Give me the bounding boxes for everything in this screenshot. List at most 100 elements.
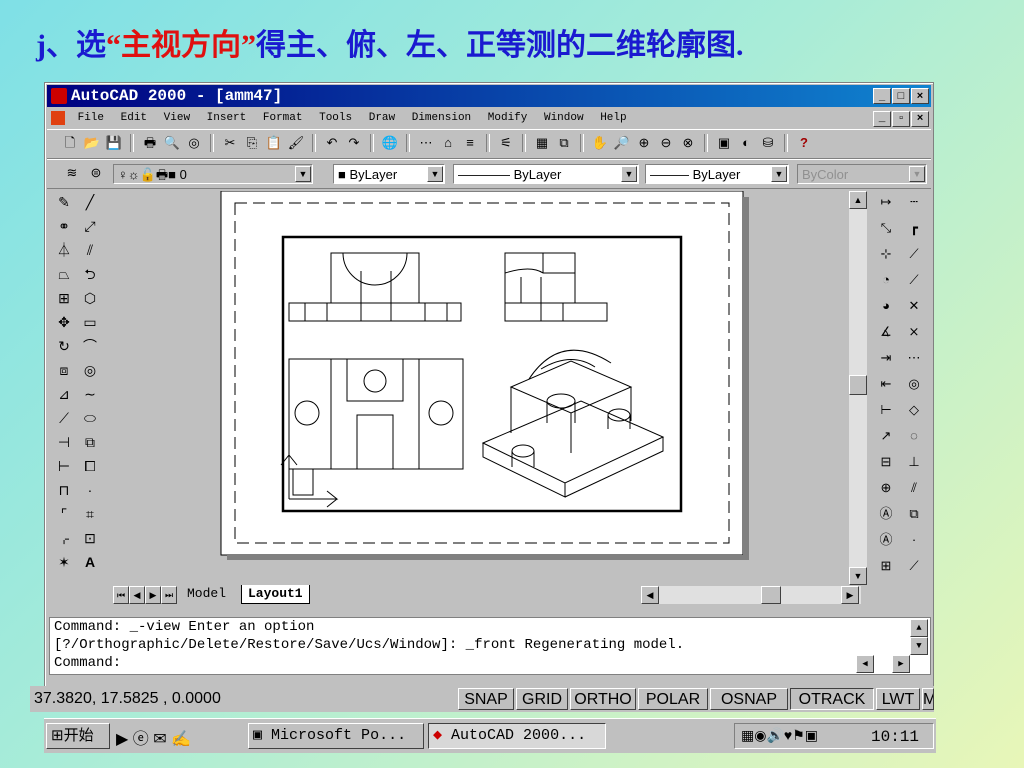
pan-icon[interactable]: ✋ <box>591 134 609 152</box>
arc-icon[interactable]: ⌒ <box>79 335 101 357</box>
dimension-edit-icon[interactable]: Ⓐ <box>875 503 897 525</box>
zoom-window-icon[interactable]: ⊕ <box>635 134 653 152</box>
polar-toggle[interactable]: POLAR <box>638 688 708 710</box>
linear-dimension-icon[interactable]: ↦ <box>875 191 897 213</box>
scroll-left-button[interactable]: ◀ <box>641 586 659 604</box>
menu-modify[interactable]: Modify <box>488 109 528 127</box>
model-toggle[interactable]: M <box>922 688 934 710</box>
fillet-icon[interactable]: ⌌ <box>53 527 75 549</box>
multiline-text-icon[interactable]: A <box>79 551 101 573</box>
chamfer-icon[interactable]: ⌜ <box>53 503 75 525</box>
line-icon[interactable]: ╱ <box>79 191 101 213</box>
prev-tab-button[interactable]: ◀ <box>129 586 145 604</box>
construction-line-icon[interactable]: ⤢ <box>79 215 101 237</box>
minimize-button[interactable]: _ <box>873 88 891 104</box>
point-icon[interactable]: · <box>79 479 101 501</box>
tray-icons[interactable]: ▦◉🔊♥⚑▣ <box>741 727 818 744</box>
rectangle-icon[interactable]: ▭ <box>79 311 101 333</box>
zoom-realtime-icon[interactable]: 🔎 <box>613 134 631 152</box>
snap-perpendicular-icon[interactable]: ◌ <box>903 425 925 447</box>
snap-extension-icon[interactable]: ┄ <box>903 191 925 213</box>
stretch-icon[interactable]: ⊿ <box>53 383 75 405</box>
task-autocad[interactable]: ◆ AutoCAD 2000... <box>428 723 606 749</box>
linetype-combo[interactable]: ———— ByLayer ▼ <box>453 164 639 184</box>
mirror-icon[interactable]: ⏃ <box>53 239 75 261</box>
paste-icon[interactable]: 📋 <box>265 134 283 152</box>
explode-icon[interactable]: ✶ <box>53 551 75 573</box>
grid-toggle[interactable]: GRID <box>516 688 568 710</box>
lengthen-icon[interactable]: ⟋ <box>53 407 75 429</box>
last-tab-button[interactable]: ⏭ <box>161 586 177 604</box>
snap-intersection-icon[interactable]: ⟋ <box>903 269 925 291</box>
tab-model[interactable]: Model <box>181 585 232 603</box>
chevron-down-icon[interactable]: ▼ <box>621 166 637 182</box>
plotstyle-combo[interactable]: ByColor ▼ <box>797 164 927 184</box>
command-prompt[interactable]: Command: <box>50 654 930 672</box>
find-icon[interactable]: ◎ <box>185 134 203 152</box>
menu-file[interactable]: File <box>78 109 104 127</box>
menu-dimension[interactable]: Dimension <box>412 109 471 127</box>
copy-object-icon[interactable]: ⚭ <box>53 215 75 237</box>
polyline-icon[interactable]: ⮌ <box>79 263 101 285</box>
print-preview-icon[interactable]: 🔍 <box>163 134 181 152</box>
circle-icon[interactable]: ◎ <box>79 359 101 381</box>
clock[interactable]: 10:11 <box>871 727 919 747</box>
scale-icon[interactable]: ⧈ <box>53 359 75 381</box>
window-titlebar[interactable]: AutoCAD 2000 - [amm47] _ □ × <box>47 85 931 107</box>
outlook-icon[interactable]: ✉ <box>153 731 166 748</box>
snap-endpoint-icon[interactable]: ┏ <box>903 217 925 239</box>
snap-extension2-icon[interactable]: ⨯ <box>903 321 925 343</box>
cmd-scroll-down[interactable]: ▼ <box>910 637 928 655</box>
make-current-layer-icon[interactable]: ⊜ <box>87 164 105 182</box>
aerial-view-icon[interactable]: ⧉ <box>555 134 573 152</box>
zoom-extents-icon[interactable]: ⊗ <box>679 134 697 152</box>
aligned-dimension-icon[interactable]: ⤡ <box>875 217 897 239</box>
ie-icon[interactable]: ⓔ <box>133 731 149 748</box>
inquiry-icon[interactable]: ≡ <box>461 134 479 152</box>
osnap-toggle[interactable]: OSNAP <box>710 688 788 710</box>
object-snap-icon[interactable]: ⋯ <box>417 134 435 152</box>
cmd-scroll-left[interactable]: ◀ <box>856 655 874 673</box>
offset-icon[interactable]: ⏢ <box>53 263 75 285</box>
dimension-update-icon[interactable]: ⊞ <box>875 555 897 577</box>
first-tab-button[interactable]: ⏮ <box>113 586 129 604</box>
hatch-icon[interactable]: ⌗ <box>79 503 101 525</box>
snap-insert-icon[interactable]: ⫽ <box>903 477 925 499</box>
tolerance-icon[interactable]: ⊟ <box>875 451 897 473</box>
next-tab-button[interactable]: ▶ <box>145 586 161 604</box>
properties-icon[interactable]: ⚟ <box>497 134 515 152</box>
menu-tools[interactable]: Tools <box>319 109 352 127</box>
scroll-down-button[interactable]: ▼ <box>849 567 867 585</box>
ellipse-icon[interactable]: ⬭ <box>79 407 101 429</box>
scroll-up-button[interactable]: ▲ <box>849 191 867 209</box>
document-icon[interactable] <box>51 111 65 125</box>
start-button[interactable]: ⊞开始 <box>46 723 110 749</box>
quick-dimension-icon[interactable]: ⇥ <box>875 347 897 369</box>
snap-tangent-icon[interactable]: ◇ <box>903 399 925 421</box>
insert-block-icon[interactable]: ⧉ <box>79 431 101 453</box>
chevron-down-icon[interactable]: ▼ <box>427 166 443 182</box>
cut-icon[interactable]: ✂ <box>221 134 239 152</box>
snap-apparent-icon[interactable]: ✕ <box>903 295 925 317</box>
snap-toggle[interactable]: SNAP <box>458 688 514 710</box>
trim-icon[interactable]: ⊣ <box>53 431 75 453</box>
erase-icon[interactable]: ✎ <box>53 191 75 213</box>
3d-orbit-icon[interactable]: ◐ <box>737 134 755 152</box>
snap-quadrant-icon[interactable]: ◎ <box>903 373 925 395</box>
notepad-icon[interactable]: ✍ <box>171 731 191 748</box>
diameter-dimension-icon[interactable]: ◕ <box>875 295 897 317</box>
hscroll-thumb[interactable] <box>761 586 781 604</box>
chevron-down-icon[interactable]: ▼ <box>909 166 925 182</box>
open-file-icon[interactable]: 📂 <box>83 134 101 152</box>
chevron-down-icon[interactable]: ▼ <box>295 166 311 182</box>
autocad-app-icon[interactable] <box>51 88 67 104</box>
match-properties-icon[interactable]: 🖌 <box>287 134 305 152</box>
snap-parallel-icon[interactable]: ⊥ <box>903 451 925 473</box>
array-icon[interactable]: ⊞ <box>53 287 75 309</box>
snap-node-icon[interactable]: ⧉ <box>903 503 925 525</box>
layer-combo[interactable]: ♀☼🔓🖶■ 0 ▼ <box>113 164 313 184</box>
menu-draw[interactable]: Draw <box>369 109 395 127</box>
cmd-scroll-up[interactable]: ▲ <box>910 619 928 637</box>
snap-nearest-icon[interactable]: · <box>903 529 925 551</box>
angular-dimension-icon[interactable]: ∡ <box>875 321 897 343</box>
